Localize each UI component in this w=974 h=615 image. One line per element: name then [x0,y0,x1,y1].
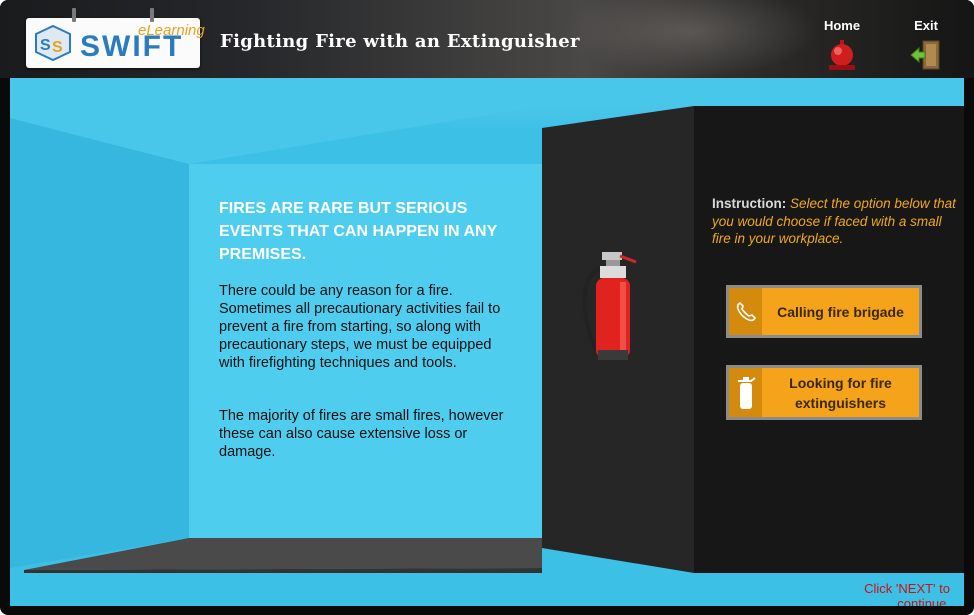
option-label: Calling fire brigade [777,303,904,320]
instruction-text: Instruction: Select the option below tha… [712,195,957,248]
exit-label: Exit [914,18,938,33]
alarm-bell-icon [829,40,855,70]
swift-logo: S S eLearning SWIFT [26,8,205,68]
option-looking-for-fire-extinguishers[interactable]: Looking for fire extinguishers [726,365,922,420]
home-label: Home [823,18,861,33]
course-title: Fighting Fire with an Extinguisher [220,31,580,52]
fire-extinguisher-icon [729,368,762,417]
exit-button[interactable]: Exit [896,18,956,73]
header-bar: S S eLearning SWIFT Fighting Fire with a… [0,0,974,78]
app-frame: S S eLearning SWIFT Fighting Fire with a… [0,0,974,615]
logo-clip-right [150,8,154,22]
phone-icon [729,288,762,335]
header-background-glow [560,0,820,78]
exit-door-icon [910,40,940,70]
logo-text: SWIFT [80,30,184,63]
logo-clip-left [72,8,76,22]
stage-area: FIRES ARE RARE BUT SERIOUS EVENTS THAT C… [10,78,964,606]
option-label: Looking for fire extinguishers [789,374,892,411]
svg-text:S: S [52,39,63,56]
instruction-panel [542,106,964,573]
home-button[interactable]: Home [812,18,872,73]
option-calling-fire-brigade[interactable]: Calling fire brigade [726,285,922,338]
next-instruction-text: Click 'NEXT' to continue. [864,581,950,606]
svg-text:S: S [40,37,51,54]
instruction-label: Instruction: [712,196,787,211]
swift-logo-mark-icon: S S [35,24,71,62]
